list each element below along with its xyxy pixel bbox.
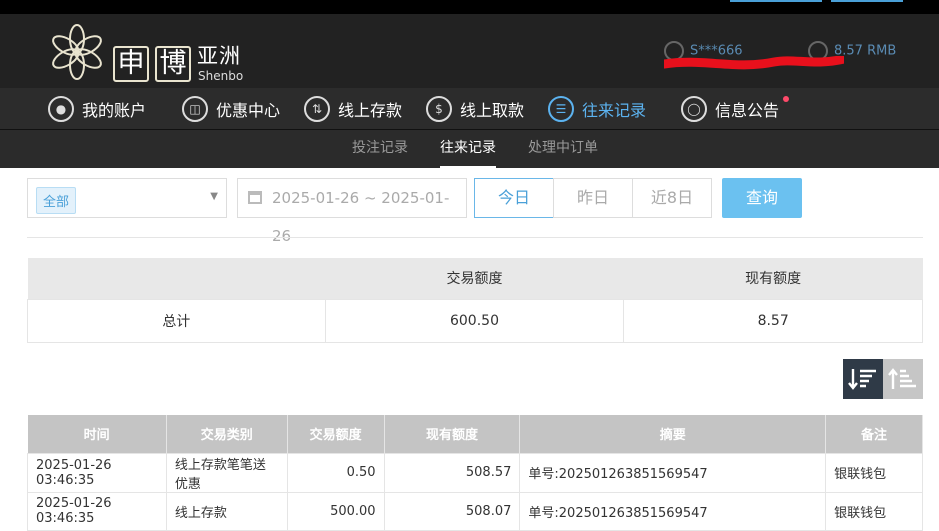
type-select[interactable]: 全部 ▼: [27, 178, 227, 218]
summary-cell: 8.57: [623, 298, 923, 343]
flower-logo-icon: [52, 24, 102, 80]
table-row[interactable]: 2025-01-26 03:46:35 线上存款笔笔送优惠 0.50 508.5…: [27, 452, 923, 493]
col-header: 交易类别: [166, 415, 288, 453]
nav-deposit[interactable]: ⇅ 线上存款: [304, 88, 402, 130]
nav-announcements[interactable]: ◯ 信息公告: [681, 88, 790, 130]
nav-label: 优惠中心: [216, 101, 281, 120]
nav-promotions[interactable]: ◫ 优惠中心: [182, 88, 280, 130]
notification-dot: [783, 96, 790, 102]
summary-header: 现有额度: [623, 258, 923, 299]
brand-char-2: 博: [155, 46, 191, 82]
summary-cell: 总计: [27, 298, 326, 343]
top-link-2[interactable]: [831, 0, 903, 2]
query-button[interactable]: 查询: [722, 178, 802, 218]
summary-table: 交易额度 现有额度 总计 600.50 8.57: [27, 258, 923, 343]
deposit-icon: ⇅: [304, 96, 330, 122]
tab-transaction-records[interactable]: 往来记录: [440, 130, 496, 168]
gift-icon: ◫: [182, 96, 208, 122]
brand-en: Shenbo: [198, 69, 244, 83]
nav-withdraw[interactable]: $ 线上取款: [426, 88, 524, 130]
summary-cell: 600.50: [324, 298, 625, 343]
today-button[interactable]: 今日: [474, 178, 554, 218]
nav-my-account[interactable]: ● 我的账户: [48, 88, 146, 130]
cell-balance: 508.57: [383, 452, 521, 493]
cell-summary: 单号:202501263851569547: [519, 452, 827, 493]
tab-bet-records[interactable]: 投注记录: [352, 130, 408, 168]
cell-note: 银联钱包: [825, 452, 923, 493]
cell-time: 2025-01-26 03:46:35: [27, 491, 167, 531]
divider: [27, 237, 923, 238]
cell-note: 银联钱包: [825, 491, 923, 531]
brand-logo[interactable]: 申 博 亚洲 Shenbo: [47, 22, 247, 83]
cell-time: 2025-01-26 03:46:35: [27, 452, 167, 493]
sort-asc-button[interactable]: [883, 359, 923, 399]
transaction-table: 时间 交易类别 交易额度 现有额度 摘要 备注 2025-01-26 03:46…: [27, 415, 923, 531]
chevron-down-icon: ▼: [210, 191, 218, 202]
type-tag: 全部: [36, 187, 77, 214]
cell-amount: 0.50: [286, 452, 385, 493]
main-nav: ● 我的账户 ◫ 优惠中心 ⇅ 线上存款 $ 线上取款 ☰ 往来记录 ◯ 信息公告: [0, 88, 939, 130]
sub-nav: 投注记录 往来记录 处理中订单: [0, 130, 939, 168]
cell-balance: 508.07: [383, 491, 521, 531]
user-icon: ●: [48, 96, 74, 122]
sort-desc-icon: [848, 369, 876, 390]
record-icon: ☰: [548, 96, 574, 122]
sort-asc-icon: [888, 368, 916, 389]
nav-label: 信息公告: [715, 101, 780, 120]
summary-row: 总计 600.50 8.57: [27, 298, 923, 343]
bell-icon: ◯: [681, 96, 707, 122]
cell-summary: 单号:202501263851569547: [519, 491, 827, 531]
last-8-days-button[interactable]: 近8日: [632, 178, 712, 218]
col-header: 时间: [27, 415, 167, 453]
date-range-input[interactable]: 2025-01-26 ~ 2025-01-26: [237, 178, 467, 245]
brand-char-1: 申: [113, 46, 149, 82]
col-header: 摘要: [519, 415, 827, 453]
sort-desc-button[interactable]: [843, 359, 883, 399]
tab-pending-orders[interactable]: 处理中订单: [528, 130, 598, 168]
col-header: 备注: [825, 415, 923, 453]
summary-header: [27, 258, 326, 299]
calendar-icon: [248, 191, 262, 204]
nav-label: 线上取款: [460, 101, 525, 120]
top-strip: [0, 0, 939, 14]
col-header: 交易额度: [287, 415, 385, 453]
cell-type: 线上存款笔笔送优惠: [165, 452, 288, 493]
nav-records[interactable]: ☰ 往来记录: [548, 88, 646, 130]
yesterday-button[interactable]: 昨日: [553, 178, 633, 218]
nav-label: 线上存款: [338, 101, 403, 120]
summary-header: 交易额度: [325, 258, 624, 299]
cell-amount: 500.00: [286, 491, 385, 531]
withdraw-icon: $: [426, 96, 452, 122]
nav-label: 我的账户: [82, 101, 147, 120]
table-row[interactable]: 2025-01-26 03:46:35 线上存款 500.00 508.07 单…: [27, 491, 923, 531]
brand-cn: 亚洲: [197, 44, 241, 68]
nav-label: 往来记录: [582, 101, 647, 120]
site-header: 申 博 亚洲 Shenbo S***666 8.57 RMB: [0, 14, 939, 88]
redaction-scribble: [664, 56, 844, 70]
cell-type: 线上存款: [165, 491, 288, 531]
col-header: 现有额度: [384, 415, 521, 453]
top-link-1[interactable]: [730, 0, 822, 2]
